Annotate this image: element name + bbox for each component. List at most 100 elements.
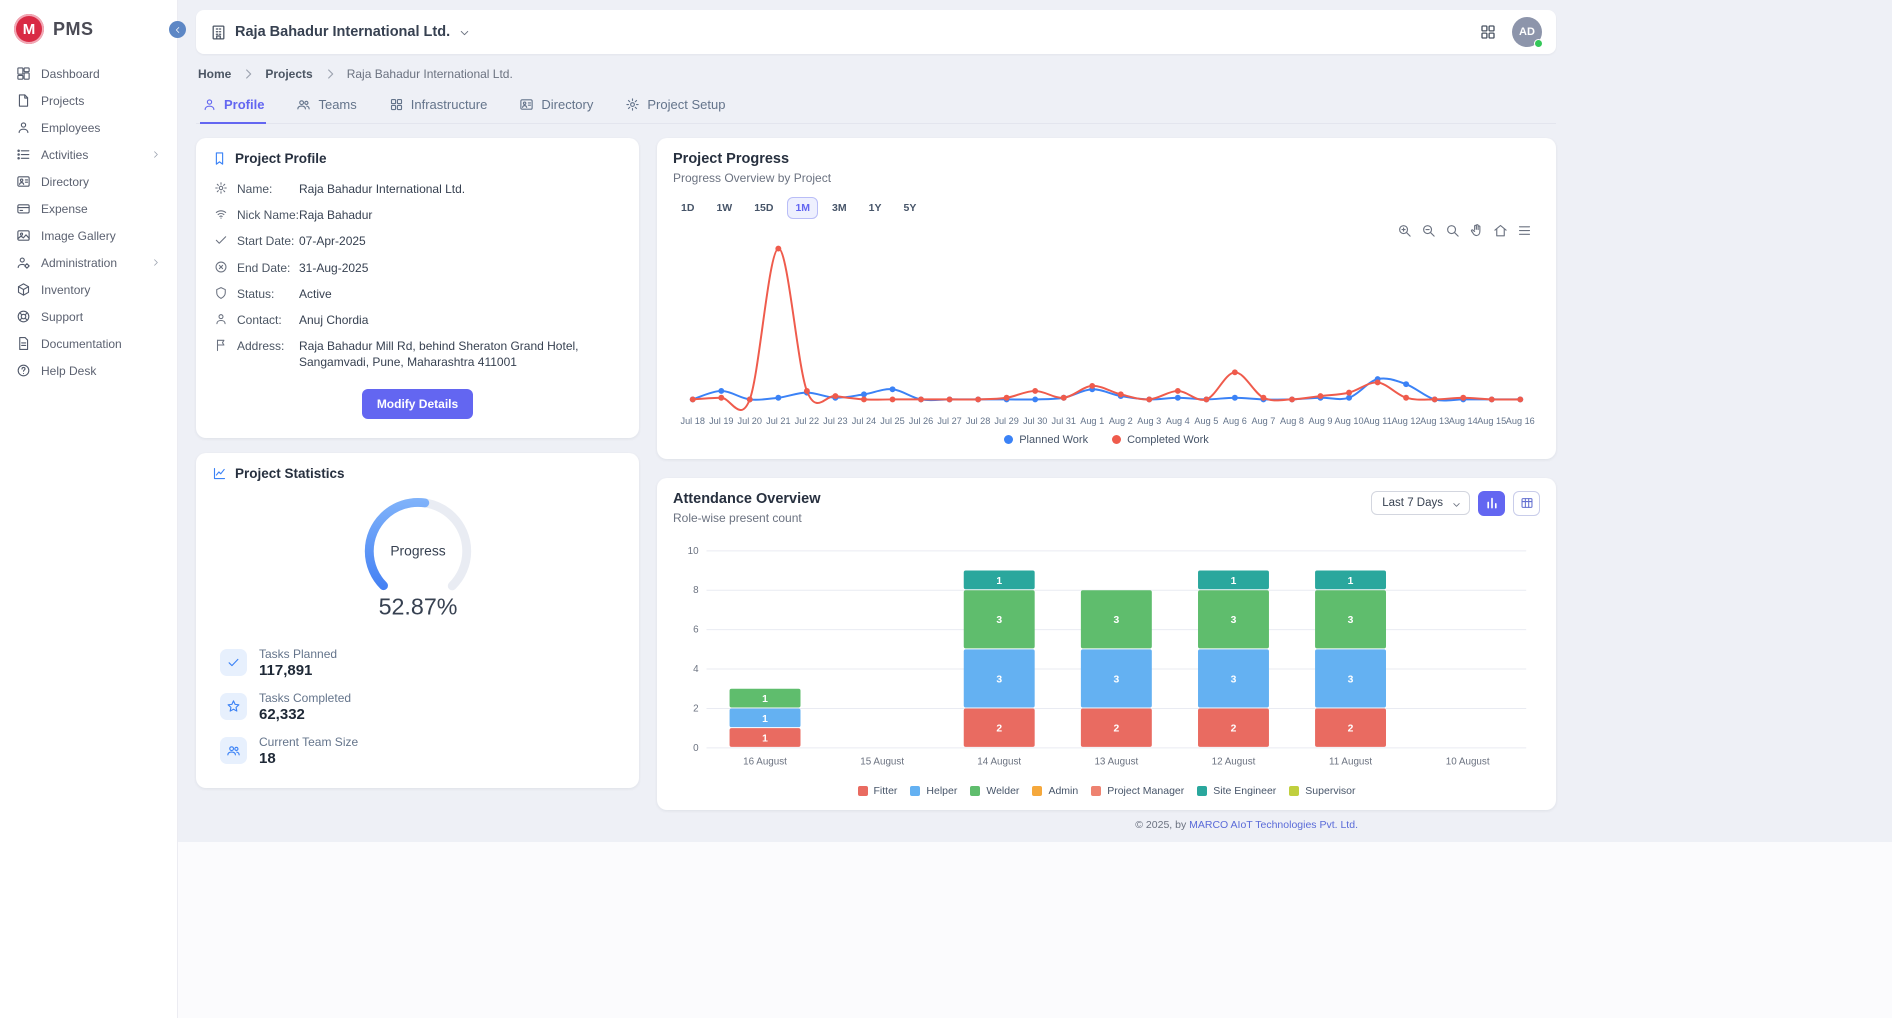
field-value: Raja Bahadur Mill Rd, behind Sheraton Gr… [299, 338, 611, 370]
svg-text:1: 1 [762, 733, 768, 744]
sidebar-item-inventory[interactable]: Inventory [0, 276, 177, 303]
reset-zoom-home-icon[interactable] [1493, 223, 1508, 238]
modify-details-button[interactable]: Modify Details [362, 389, 473, 419]
date-range-select[interactable]: Last 7 Days [1371, 491, 1470, 515]
progress-line-chart[interactable]: Jul 18Jul 19Jul 20Jul 21Jul 22Jul 23Jul … [673, 221, 1540, 430]
field-label: End Date: [237, 260, 299, 276]
time-range-selector: 1D 1W 15D 1M 3M 1Y5Y [673, 197, 1540, 219]
chart-view-button[interactable] [1478, 491, 1505, 516]
svg-text:1: 1 [996, 576, 1002, 587]
svg-text:2: 2 [1231, 723, 1237, 734]
sidebar-item-image-gallery[interactable]: Image Gallery [0, 222, 177, 249]
zoom-out-icon[interactable] [1421, 223, 1436, 238]
svg-text:Jul 28: Jul 28 [966, 416, 990, 426]
legend-label: Completed Work [1127, 434, 1209, 446]
user-avatar[interactable]: AD [1512, 17, 1542, 47]
card-title: Attendance Overview [673, 491, 820, 507]
sidebar-item-help-desk[interactable]: Help Desk [0, 357, 177, 384]
legend-planned-work[interactable]: Planned Work [1004, 434, 1088, 446]
svg-text:Jul 20: Jul 20 [738, 416, 762, 426]
sidebar-item-label: Projects [41, 94, 84, 108]
tab-directory[interactable]: Directory [517, 95, 595, 124]
app-logo[interactable]: M PMS [0, 10, 177, 60]
sidebar-item-label: Dashboard [41, 67, 100, 81]
svg-text:3: 3 [1231, 615, 1237, 626]
stat-value: 18 [259, 750, 358, 767]
card-header: Project Statistics [212, 466, 623, 481]
chevron-right-icon [150, 149, 161, 160]
pan-icon[interactable] [1469, 223, 1484, 238]
legend-helper[interactable]: Helper [910, 785, 957, 797]
sidebar-collapse-button[interactable] [169, 21, 186, 38]
legend-label: Admin [1048, 785, 1078, 797]
stat-texts: Tasks Completed62,332 [259, 691, 351, 723]
sidebar-item-employees[interactable]: Employees [0, 114, 177, 141]
legend-label: Site Engineer [1213, 785, 1276, 797]
chevron-right-icon [322, 66, 338, 82]
selection-zoom-icon[interactable] [1445, 223, 1460, 238]
svg-text:3: 3 [1348, 615, 1354, 626]
signal-icon [214, 207, 228, 221]
tab-project-setup[interactable]: Project Setup [623, 95, 727, 124]
chart-menu-icon[interactable] [1517, 223, 1532, 238]
legend-supervisor[interactable]: Supervisor [1289, 785, 1355, 797]
range-1y[interactable]: 1Y [861, 197, 890, 219]
range-1w[interactable]: 1W [708, 197, 740, 219]
project-statistics-card: Project Statistics [196, 453, 639, 788]
breadcrumb: HomeProjectsRaja Bahadur International L… [198, 66, 1554, 82]
svg-text:Aug 6: Aug 6 [1223, 416, 1247, 426]
svg-text:Jul 22: Jul 22 [795, 416, 819, 426]
sidebar-item-directory[interactable]: Directory [0, 168, 177, 195]
breadcrumb-item-home[interactable]: Home [198, 67, 231, 81]
legend-admin[interactable]: Admin [1032, 785, 1078, 797]
sidebar-item-projects[interactable]: Projects [0, 87, 177, 114]
people-icon [296, 97, 311, 112]
svg-text:Jul 30: Jul 30 [1023, 416, 1047, 426]
breadcrumb-item-projects[interactable]: Projects [265, 67, 312, 81]
svg-text:Aug 13: Aug 13 [1420, 416, 1449, 426]
range-3m[interactable]: 3M [824, 197, 855, 219]
stat-current-team-size: Current Team Size18 [212, 730, 623, 772]
svg-text:6: 6 [693, 624, 699, 635]
svg-text:Aug 12: Aug 12 [1392, 416, 1421, 426]
svg-text:13 August: 13 August [1094, 756, 1138, 767]
zoom-in-icon[interactable] [1397, 223, 1412, 238]
attendance-bar-chart[interactable]: 024681011116 August15 August233114 Augus… [673, 539, 1540, 783]
apps-grid-button[interactable] [1479, 23, 1497, 41]
profile-field-name: Name:Raja Bahadur International Ltd. [212, 176, 623, 202]
stat-value: 117,891 [259, 662, 337, 679]
legend-swatch [910, 786, 920, 796]
legend-completed-work[interactable]: Completed Work [1112, 434, 1209, 446]
sidebar-item-support[interactable]: Support [0, 303, 177, 330]
tab-infrastructure[interactable]: Infrastructure [387, 95, 490, 124]
project-progress-card: Project Progress Progress Overview by Pr… [657, 138, 1556, 459]
range-1m[interactable]: 1M [787, 197, 818, 219]
legend-fitter[interactable]: Fitter [858, 785, 898, 797]
legend-dot [1112, 435, 1121, 444]
field-value: Anuj Chordia [299, 312, 368, 328]
table-view-button[interactable] [1513, 491, 1540, 516]
sidebar-item-label: Directory [41, 175, 89, 189]
company-selector[interactable]: Raja Bahadur International Ltd. [210, 24, 471, 41]
tab-profile[interactable]: Profile [200, 95, 266, 124]
svg-text:Jul 29: Jul 29 [994, 416, 1018, 426]
card-title: Project Profile [235, 151, 327, 166]
sidebar-item-label: Support [41, 310, 83, 324]
sidebar-item-dashboard[interactable]: Dashboard [0, 60, 177, 87]
tab-teams[interactable]: Teams [294, 95, 358, 124]
range-15d[interactable]: 15D [746, 197, 781, 219]
legend-welder[interactable]: Welder [970, 785, 1019, 797]
range-1d[interactable]: 1D [673, 197, 702, 219]
stat-rows: Tasks Planned117,891Tasks Completed62,33… [212, 642, 623, 772]
range-5y[interactable]: 5Y [895, 197, 924, 219]
svg-text:10 August: 10 August [1446, 756, 1490, 767]
sidebar-item-activities[interactable]: Activities [0, 141, 177, 168]
legend-swatch [970, 786, 980, 796]
legend-site-engineer[interactable]: Site Engineer [1197, 785, 1276, 797]
field-label: Nick Name: [237, 207, 299, 223]
sidebar-item-documentation[interactable]: Documentation [0, 330, 177, 357]
legend-project-manager[interactable]: Project Manager [1091, 785, 1184, 797]
footer-link[interactable]: MARCO AIoT Technologies Pvt. Ltd. [1189, 819, 1358, 831]
sidebar-item-administration[interactable]: Administration [0, 249, 177, 276]
sidebar-item-expense[interactable]: Expense [0, 195, 177, 222]
